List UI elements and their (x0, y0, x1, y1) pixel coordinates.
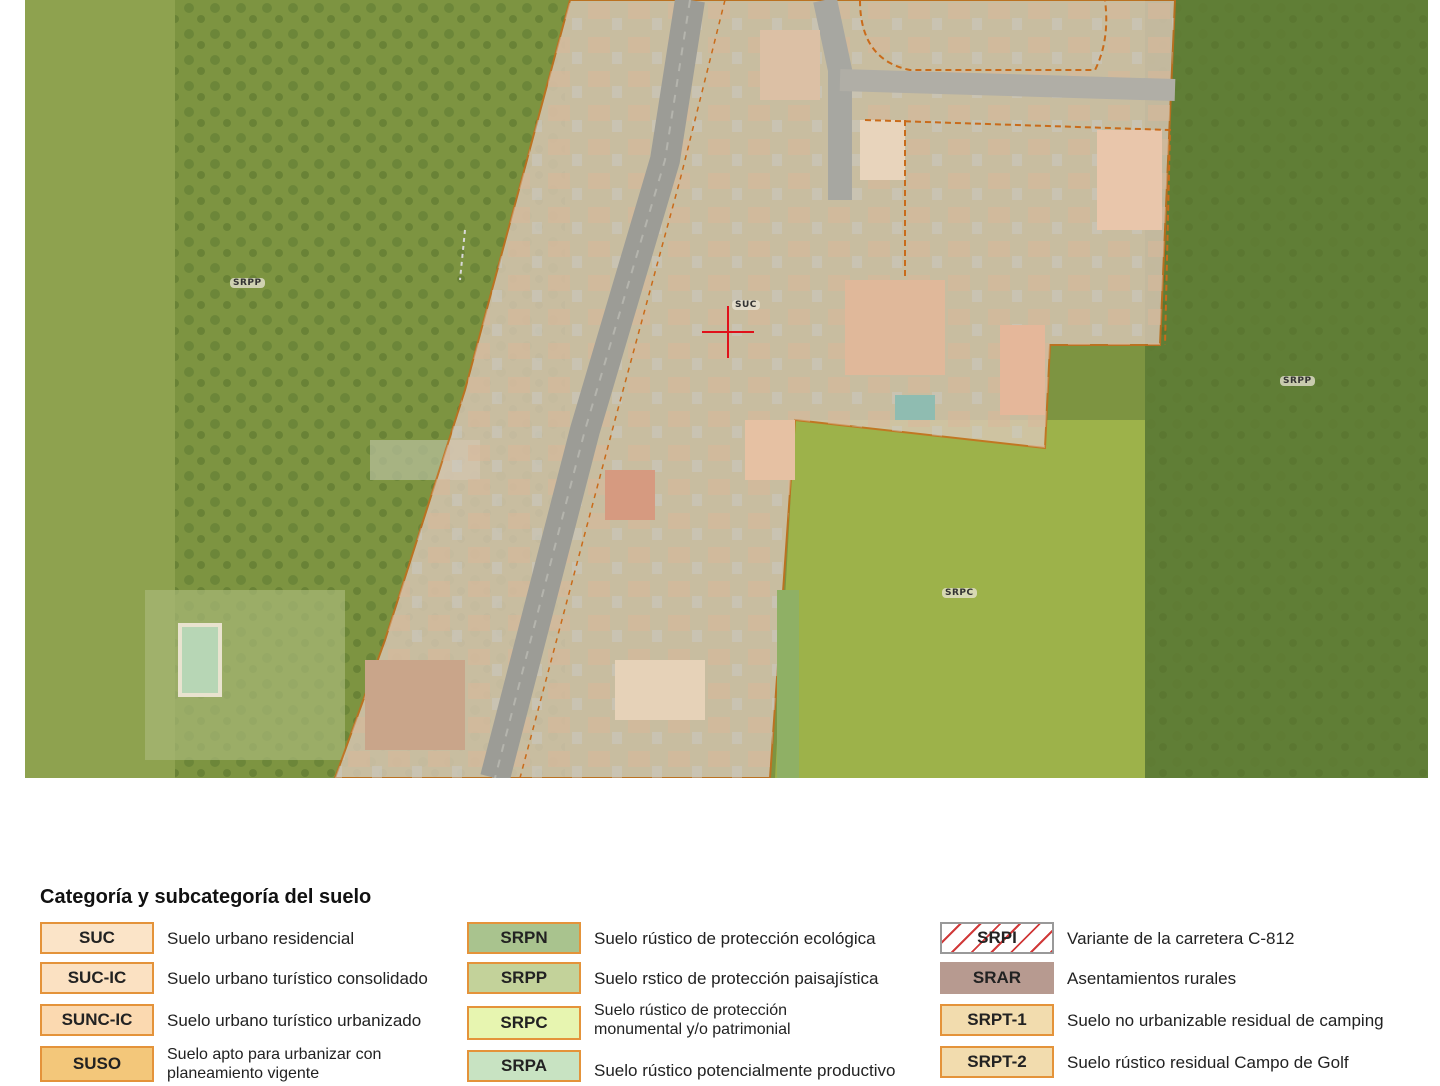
legend-description: Variante de la carretera C-812 (1067, 928, 1295, 948)
legend-description: Suelo rústico de protección monumental y… (594, 1002, 791, 1038)
legend-description: Asentamientos rurales (1067, 968, 1237, 988)
legend-swatch: SRPT-2 (940, 1046, 1054, 1078)
legend-description: Suelo rústico potencialmente productivo (594, 1060, 896, 1080)
legend-swatch: SUNC-IC (40, 1004, 154, 1036)
legend-swatch: SRPA (467, 1050, 581, 1082)
legend-swatch: SRPT-1 (940, 1004, 1054, 1036)
legend-swatch: SRPN (467, 922, 581, 954)
legend-description: Suelo urbano turístico consolidado (167, 968, 428, 988)
legend-description: Suelo urbano turístico urbanizado (167, 1010, 422, 1030)
crosshair-icon (702, 306, 754, 358)
legend-description: Suelo rústico de protección ecológica (594, 928, 876, 948)
legend-swatch: SRPP (467, 962, 581, 994)
legend-description: Suelo rstico de protección paisajística (594, 968, 879, 988)
zone-label-srpp-east: SRPP (1280, 376, 1315, 386)
legend-swatch: SUC (40, 922, 154, 954)
legend-description: Suelo apto para urbanizar con planeamien… (167, 1046, 382, 1082)
legend-swatch: SRAR (940, 962, 1054, 994)
legend-description: Suelo no urbanizable residual de camping (1067, 1010, 1384, 1030)
legend-title: Categoría y subcategoría del suelo (40, 886, 372, 908)
legend-swatch: SUSO (40, 1046, 154, 1082)
legend-swatch: SUC-IC (40, 962, 154, 994)
legend-swatch: SRPC (467, 1006, 581, 1040)
legend-description: Suelo rústico residual Campo de Golf (1067, 1052, 1349, 1072)
legend-description: Suelo urbano residencial (167, 928, 355, 948)
map-view[interactable]: SRPP SUC SRPP SRPC (25, 0, 1428, 778)
zone-label-srpc: SRPC (942, 588, 977, 598)
aerial-imagery (25, 0, 1428, 778)
legend-swatch: SRPI (940, 922, 1054, 954)
zone-label-srpp-west: SRPP (230, 278, 265, 288)
